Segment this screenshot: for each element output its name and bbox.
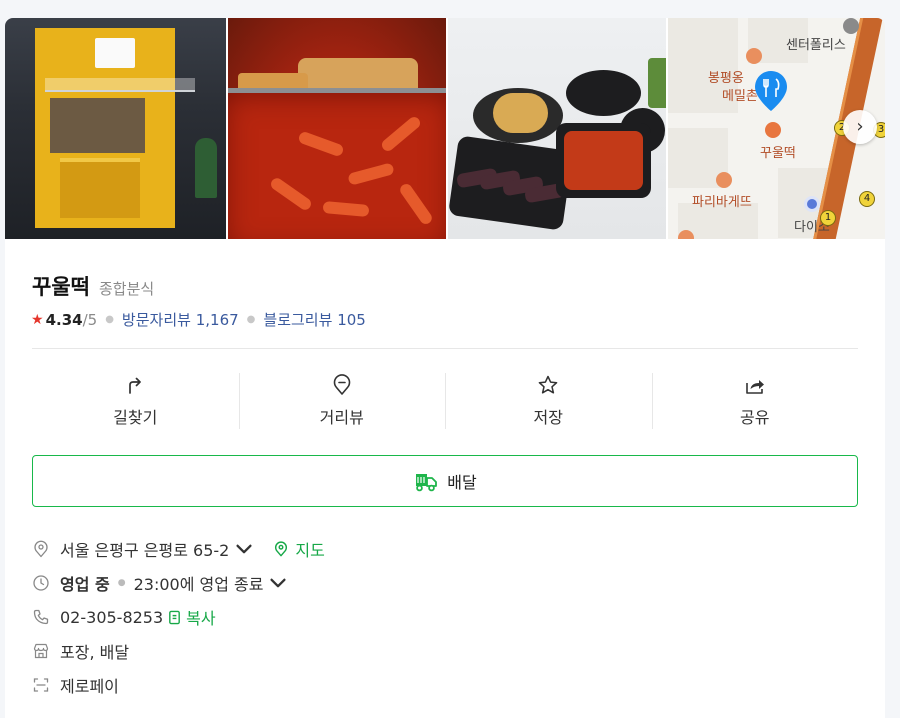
restaurant-poi-icon bbox=[746, 48, 762, 64]
store-icon bbox=[33, 643, 49, 659]
rating-max: /5 bbox=[82, 310, 98, 329]
rating-row: ★ 4.34 /5 ● 방문자리뷰 1,167 ● 블로그리뷰 105 bbox=[31, 309, 366, 330]
share-label: 공유 bbox=[740, 408, 770, 427]
station-number: 1 bbox=[820, 210, 836, 226]
map-label-memilcheon: 메밀촌 bbox=[722, 89, 758, 104]
poi-icon bbox=[678, 230, 694, 239]
selected-poi-icon bbox=[765, 122, 781, 138]
services-row: 포장, 배달 bbox=[32, 634, 325, 668]
directions-label: 길찾기 bbox=[113, 408, 158, 427]
directions-icon bbox=[129, 377, 142, 394]
save-label: 저장 bbox=[533, 408, 563, 427]
separator-dot: ● bbox=[105, 314, 114, 325]
separator-dot: ● bbox=[246, 314, 256, 325]
station-number: 4 bbox=[859, 191, 875, 207]
share-button[interactable]: 공유 bbox=[651, 373, 859, 429]
visitor-reviews-link[interactable]: 방문자리뷰 1,167 bbox=[122, 309, 239, 330]
map-pin-icon bbox=[275, 541, 288, 557]
payment-text: 제로페이 bbox=[60, 677, 119, 696]
info-list: 서울 은평구 은평로 65-2 지도 영업 중 ● 23:00에 영업 종료 0… bbox=[32, 532, 325, 702]
blog-reviews-count: 105 bbox=[337, 311, 366, 329]
store-poi-icon bbox=[804, 196, 820, 212]
closing-time[interactable]: 23:00에 영업 종료 bbox=[134, 571, 264, 595]
blog-reviews-link[interactable]: 블로그리뷰 105 bbox=[263, 309, 365, 330]
storefront-photo[interactable] bbox=[5, 18, 226, 239]
directions-button[interactable]: 길찾기 bbox=[32, 373, 239, 429]
address-text[interactable]: 서울 은평구 은평로 65-2 bbox=[60, 537, 229, 561]
divider bbox=[32, 348, 858, 349]
delivery-label: 배달 bbox=[447, 473, 477, 492]
rating-score: 4.34 bbox=[45, 310, 83, 329]
star-icon: ★ bbox=[31, 311, 44, 328]
separator-dot: ● bbox=[117, 578, 126, 588]
map-label-center-police: 센터폴리스 bbox=[786, 37, 846, 52]
share-icon bbox=[745, 380, 764, 394]
action-bar: 길찾기 거리뷰 저장 공유 bbox=[32, 373, 858, 429]
map-link[interactable]: 지도 bbox=[295, 537, 324, 561]
star-icon bbox=[538, 375, 558, 394]
services-text: 포장, 배달 bbox=[60, 643, 130, 662]
save-button[interactable]: 저장 bbox=[445, 373, 652, 429]
chevron-down-icon[interactable] bbox=[235, 540, 253, 558]
tteokbokki-photo[interactable] bbox=[228, 18, 446, 239]
address-row: 서울 은평구 은평로 65-2 지도 bbox=[32, 532, 325, 566]
place-category: 종합분식 bbox=[98, 280, 155, 298]
bakery-poi-icon bbox=[716, 172, 732, 188]
map-label-kkuultteok: 꾸울떡 bbox=[760, 146, 796, 161]
delivery-button[interactable]: 배달 bbox=[32, 455, 858, 507]
location-icon bbox=[34, 540, 48, 558]
place-header: 꾸울떡 종합분식 bbox=[32, 271, 154, 301]
chevron-down-icon[interactable] bbox=[269, 574, 287, 592]
clock-icon bbox=[33, 575, 49, 591]
street-view-label: 거리뷰 bbox=[319, 408, 364, 427]
place-card: 센터폴리스 봉평옹 메밀촌 꾸울떡 파리바게뜨 다이소 1 2 3 4 › 꾸울… bbox=[5, 18, 885, 718]
hours-row: 영업 중 ● 23:00에 영업 종료 bbox=[32, 566, 325, 600]
street-view-button[interactable]: 거리뷰 bbox=[238, 373, 446, 429]
map-label-bongpyeong: 봉평옹 bbox=[708, 71, 744, 86]
phone-number[interactable]: 02-305-8253 bbox=[60, 608, 163, 627]
delivery-truck-icon bbox=[416, 474, 438, 492]
phone-row: 02-305-8253 복사 bbox=[32, 600, 325, 634]
copy-button[interactable]: 복사 bbox=[186, 605, 215, 629]
location-pin-icon bbox=[755, 71, 787, 111]
photo-strip[interactable]: 센터폴리스 봉평옹 메밀촌 꾸울떡 파리바게뜨 다이소 1 2 3 4 › bbox=[5, 18, 885, 239]
dishes-photo[interactable] bbox=[448, 18, 666, 239]
visitor-reviews-count: 1,167 bbox=[195, 311, 239, 329]
visitor-reviews-label: 방문자리뷰 bbox=[121, 311, 191, 329]
street-view-icon bbox=[333, 374, 350, 395]
blog-reviews-label: 블로그리뷰 bbox=[263, 311, 333, 329]
payment-row: 제로페이 bbox=[32, 668, 325, 702]
building-icon bbox=[843, 18, 859, 34]
open-status: 영업 중 bbox=[60, 575, 110, 594]
place-name: 꾸울떡 bbox=[32, 275, 90, 299]
copy-icon bbox=[169, 610, 181, 624]
scan-pay-icon bbox=[33, 678, 49, 692]
map-label-paris-baguette: 파리바게뜨 bbox=[692, 195, 752, 210]
location-map[interactable]: 센터폴리스 봉평옹 메밀촌 꾸울떡 파리바게뜨 다이소 1 2 3 4 › bbox=[668, 18, 885, 239]
phone-icon bbox=[33, 609, 49, 625]
next-photo-button[interactable]: › bbox=[843, 110, 877, 144]
